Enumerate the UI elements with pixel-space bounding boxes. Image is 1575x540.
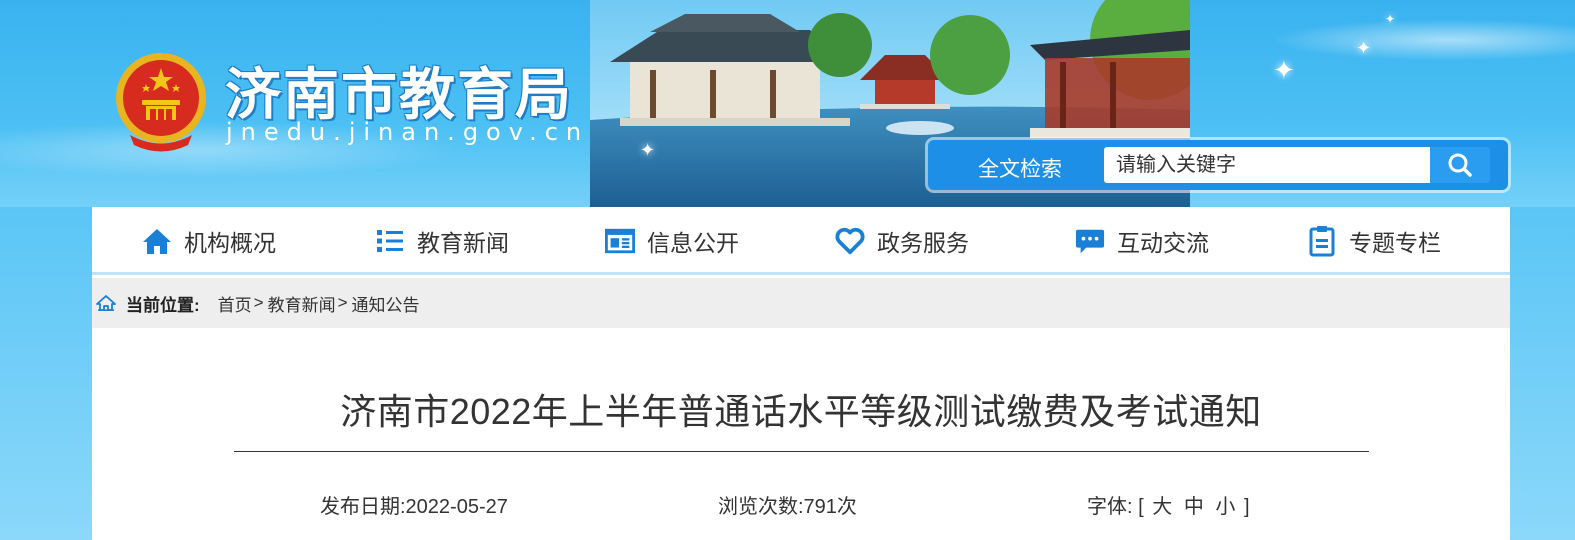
breadcrumb-news-link[interactable]: 教育新闻 xyxy=(268,291,336,316)
nav-item-label: 专题专栏 xyxy=(1349,230,1441,256)
clipboard-icon xyxy=(1307,226,1337,257)
newspaper-icon xyxy=(605,226,635,256)
breadcrumb-notices-link[interactable]: 通知公告 xyxy=(352,291,420,316)
search-icon xyxy=(1448,153,1472,177)
site-header: ✦ ✦ ✦ ✦ 济南市教育局 jnedu.jinan.gov.cn 全文检索 xyxy=(0,0,1575,207)
search-button[interactable] xyxy=(1430,147,1490,183)
heart-icon xyxy=(835,226,865,256)
nav-item-label: 教育新闻 xyxy=(417,230,509,256)
nav-item-interaction[interactable]: 互动交流 xyxy=(1075,207,1209,275)
breadcrumb-home-link[interactable]: 首页 xyxy=(218,291,252,316)
list-icon xyxy=(375,226,405,256)
font-size-medium-link[interactable]: 中 xyxy=(1184,496,1204,518)
publish-date: 发布日期:2022-05-27 xyxy=(320,496,508,518)
breadcrumb-separator: > xyxy=(253,293,264,312)
font-size-large-link[interactable]: 大 xyxy=(1152,496,1172,518)
sparkle-decoration: ✦ xyxy=(1273,55,1295,85)
breadcrumb-label: 当前位置: xyxy=(126,295,200,315)
nav-item-label: 机构概况 xyxy=(184,230,276,256)
nav-item-about[interactable]: 机构概况 xyxy=(142,207,276,275)
nav-item-info-disclosure[interactable]: 信息公开 xyxy=(605,207,739,275)
font-size-bracket-close: ] xyxy=(1243,496,1250,518)
site-url: jnedu.jinan.gov.cn xyxy=(226,118,590,146)
home-icon xyxy=(142,226,172,256)
font-size-small-link[interactable]: 小 xyxy=(1215,496,1235,518)
nav-item-label: 互动交流 xyxy=(1117,230,1209,256)
sparkle-decoration: ✦ xyxy=(640,140,656,160)
view-count: 浏览次数:791次 xyxy=(718,496,857,518)
title-divider xyxy=(234,451,1369,452)
font-size-bracket-open: [ xyxy=(1138,496,1144,518)
search-input[interactable] xyxy=(1104,147,1430,183)
nav-item-news[interactable]: 教育新闻 xyxy=(375,207,509,275)
nav-item-special-topics[interactable]: 专题专栏 xyxy=(1307,207,1441,275)
font-size-control: 字体: [ 大 中 小 ] xyxy=(1087,490,1250,519)
font-size-label: 字体: xyxy=(1087,496,1133,518)
nav-item-label: 信息公开 xyxy=(647,230,739,256)
sparkle-decoration: ✦ xyxy=(1356,38,1372,58)
breadcrumb: 当前位置: 首页 > 教育新闻 > 通知公告 xyxy=(92,278,1510,328)
nav-item-label: 政务服务 xyxy=(877,230,969,256)
location-home-icon xyxy=(96,293,116,313)
sparkle-decoration: ✦ xyxy=(1385,12,1396,26)
search-label: 全文检索 xyxy=(978,158,1062,181)
breadcrumb-separator: > xyxy=(337,293,348,312)
main-nav: 机构概况 教育新闻 信息公开 政务服务 互动交流 专题专栏 xyxy=(92,207,1510,275)
search-box: 全文检索 xyxy=(928,140,1508,190)
article-title: 济南市2022年上半年普通话水平等级测试缴费及考试通知 xyxy=(340,391,1262,432)
chat-bubble-icon xyxy=(1075,226,1105,256)
content-panel: 机构概况 教育新闻 信息公开 政务服务 互动交流 专题专栏 当前位置: 首页 >… xyxy=(92,207,1510,540)
nav-item-gov-services[interactable]: 政务服务 xyxy=(835,207,969,275)
national-emblem-logo xyxy=(116,53,206,152)
